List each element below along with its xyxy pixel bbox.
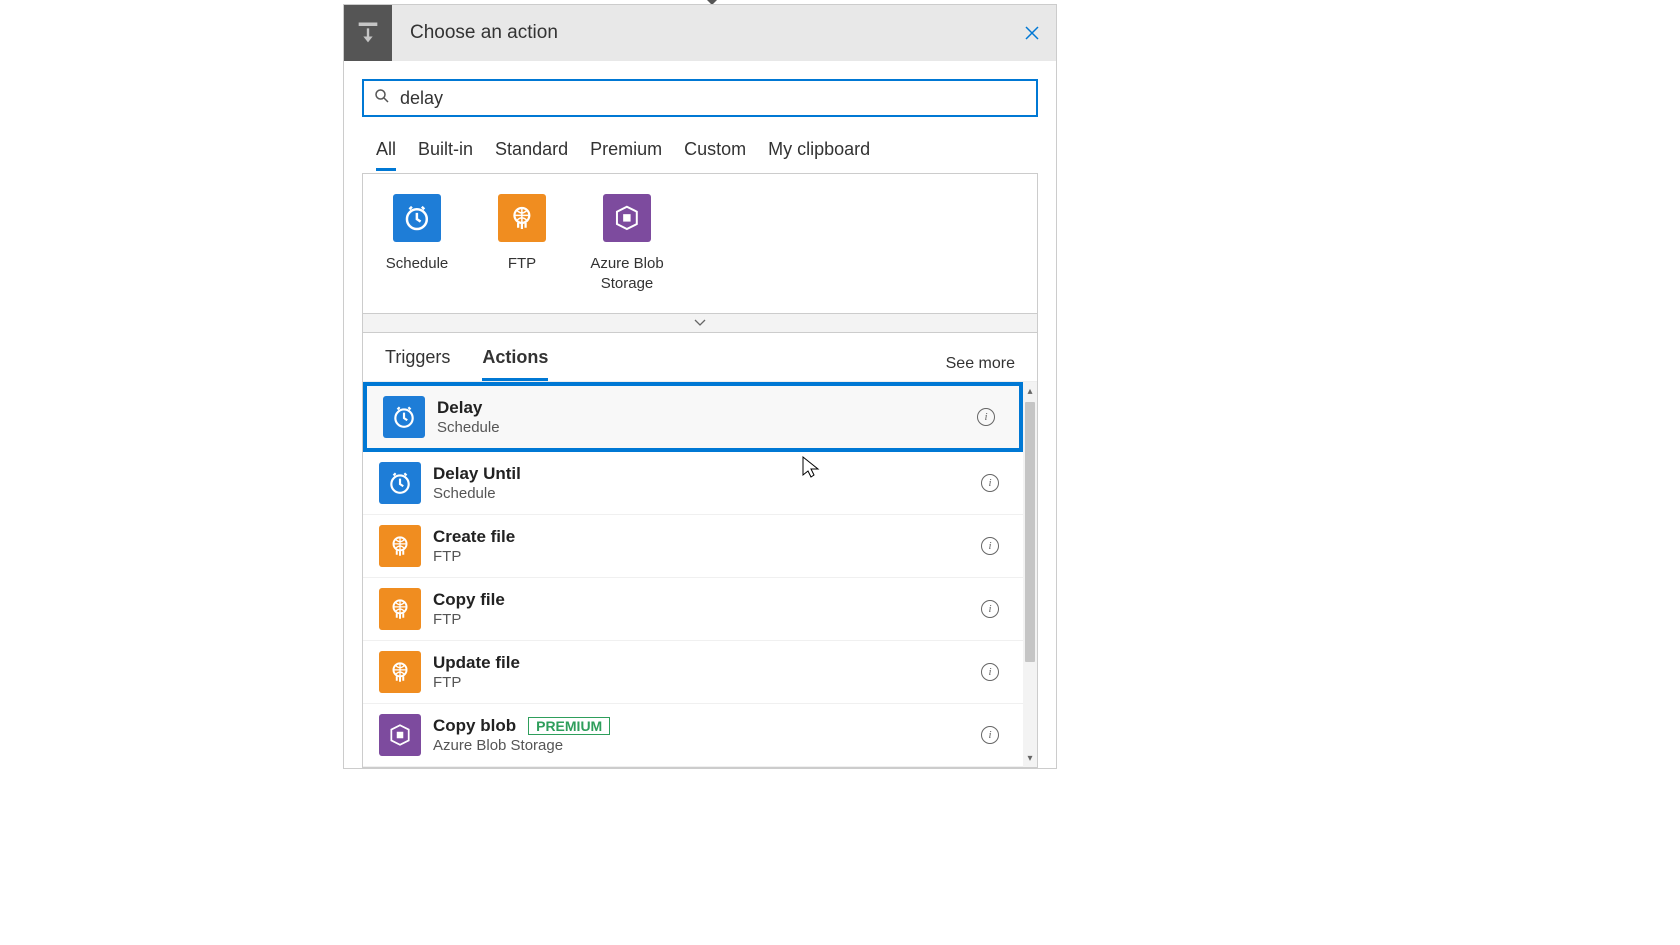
connector-blob[interactable]: Azure Blob Storage xyxy=(587,194,667,293)
action-item-copy-file[interactable]: Copy file FTP i xyxy=(363,578,1023,641)
premium-badge: PREMIUM xyxy=(528,717,610,735)
action-title: Delay Until xyxy=(433,464,981,484)
ftp-action-icon xyxy=(379,588,421,630)
blob-connector-icon xyxy=(603,194,651,242)
scrollbar-up-arrow[interactable]: ▴ xyxy=(1023,382,1037,400)
search-box[interactable] xyxy=(362,79,1038,117)
ftp-action-icon xyxy=(379,651,421,693)
panel-body: All Built-in Standard Premium Custom My clipb… xyxy=(344,61,1056,768)
info-icon[interactable]: i xyxy=(977,408,995,426)
schedule-action-icon xyxy=(379,462,421,504)
connector-ftp[interactable]: FTP xyxy=(482,194,562,293)
category-tab-all[interactable]: All xyxy=(376,139,396,171)
connector-label: FTP xyxy=(508,254,536,274)
actions-list: ▴ ▾ Delay Schedule i Delay Until Schedul… xyxy=(363,381,1037,767)
close-button[interactable] xyxy=(1008,5,1056,61)
info-icon[interactable]: i xyxy=(981,600,999,618)
action-text: Update file FTP xyxy=(433,653,981,691)
schedule-connector-icon xyxy=(393,194,441,242)
scrollbar-down-arrow[interactable]: ▾ xyxy=(1023,749,1037,767)
choose-action-panel: Choose an action All Built-in Standard Prem… xyxy=(343,4,1057,769)
action-text: Create file FTP xyxy=(433,527,981,565)
panel-header: Choose an action xyxy=(344,5,1056,61)
category-tab-built-in[interactable]: Built-in xyxy=(418,139,473,171)
info-icon[interactable]: i xyxy=(981,474,999,492)
scrollbar-track[interactable]: ▴ ▾ xyxy=(1023,382,1037,767)
see-more-link[interactable]: See more xyxy=(946,355,1015,373)
results-tabs-row: Triggers Actions See more xyxy=(363,347,1037,381)
tab-triggers[interactable]: Triggers xyxy=(385,347,450,381)
action-text: Delay Until Schedule xyxy=(433,464,981,502)
info-icon[interactable]: i xyxy=(981,663,999,681)
connector-label: Azure Blob Storage xyxy=(587,254,667,293)
blob-action-icon xyxy=(379,714,421,756)
action-title: Create file xyxy=(433,527,981,547)
action-item-delay[interactable]: Delay Schedule i xyxy=(363,382,1023,452)
category-tabs: All Built-in Standard Premium Custom My clipb… xyxy=(362,139,1038,171)
action-subtitle: Azure Blob Storage xyxy=(433,737,981,754)
panel-title: Choose an action xyxy=(392,22,1008,44)
action-subtitle: FTP xyxy=(433,548,981,565)
connectors-grid: Schedule FTP Azure Blob Storage xyxy=(362,173,1038,313)
action-subtitle: Schedule xyxy=(437,419,977,436)
category-tab-premium[interactable]: Premium xyxy=(590,139,662,171)
expand-connectors-button[interactable] xyxy=(362,313,1038,333)
action-subtitle: FTP xyxy=(433,674,981,691)
schedule-action-icon xyxy=(383,396,425,438)
tab-actions[interactable]: Actions xyxy=(482,347,548,381)
action-step-icon xyxy=(344,5,392,61)
search-icon xyxy=(374,88,390,109)
action-subtitle: FTP xyxy=(433,611,981,628)
info-icon[interactable]: i xyxy=(981,726,999,744)
search-input[interactable] xyxy=(400,88,1026,109)
ftp-connector-icon xyxy=(498,194,546,242)
action-item-copy-blob[interactable]: Copy blobPREMIUM Azure Blob Storage i xyxy=(363,704,1023,767)
action-subtitle: Schedule xyxy=(433,485,981,502)
action-text: Copy blobPREMIUM Azure Blob Storage xyxy=(433,716,981,754)
connector-label: Schedule xyxy=(386,254,449,274)
action-title: Delay xyxy=(437,398,977,418)
scrollbar-thumb[interactable] xyxy=(1025,402,1035,662)
connector-schedule[interactable]: Schedule xyxy=(377,194,457,293)
category-tab-standard[interactable]: Standard xyxy=(495,139,568,171)
category-tab-custom[interactable]: Custom xyxy=(684,139,746,171)
category-tab-my-clipboard[interactable]: My clipboard xyxy=(768,139,870,171)
info-icon[interactable]: i xyxy=(981,537,999,555)
action-item-create-file[interactable]: Create file FTP i xyxy=(363,515,1023,578)
results-tabs: Triggers Actions xyxy=(385,347,946,381)
action-title: Copy blobPREMIUM xyxy=(433,716,981,736)
action-text: Copy file FTP xyxy=(433,590,981,628)
ftp-action-icon xyxy=(379,525,421,567)
action-title: Update file xyxy=(433,653,981,673)
action-item-delay-until[interactable]: Delay Until Schedule i xyxy=(363,452,1023,515)
action-title: Copy file xyxy=(433,590,981,610)
results-section: Triggers Actions See more ▴ ▾ Delay Sche… xyxy=(362,333,1038,768)
action-text: Delay Schedule xyxy=(437,398,977,436)
action-item-update-file[interactable]: Update file FTP i xyxy=(363,641,1023,704)
